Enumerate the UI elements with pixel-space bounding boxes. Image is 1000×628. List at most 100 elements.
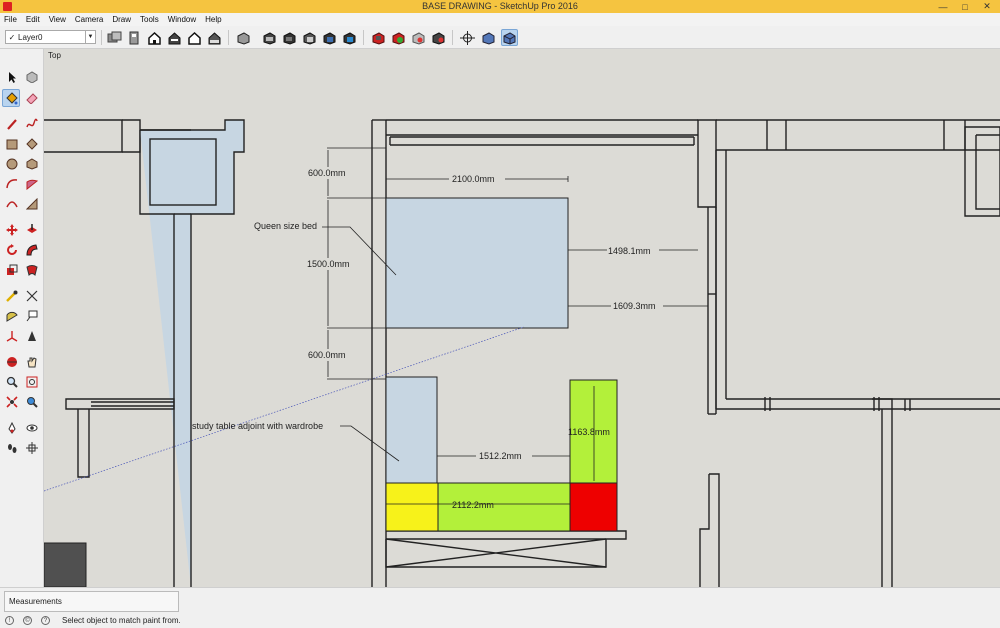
wall-segment bbox=[697, 119, 717, 208]
dimension-tool-icon[interactable] bbox=[23, 287, 41, 305]
dimension-1498: 1498.1mm bbox=[608, 246, 651, 256]
pan-tool-icon[interactable] bbox=[23, 353, 41, 371]
credits-icon[interactable]: © bbox=[23, 616, 32, 625]
wireframe-style-icon[interactable] bbox=[261, 29, 278, 46]
wall-segment bbox=[707, 207, 717, 414]
shaded-style-icon[interactable] bbox=[301, 29, 318, 46]
right-view-icon[interactable] bbox=[206, 29, 223, 46]
top-view-icon[interactable] bbox=[166, 29, 183, 46]
menu-view[interactable]: View bbox=[49, 15, 66, 24]
wall-segment bbox=[716, 398, 1000, 410]
rotate-tool-icon[interactable] bbox=[3, 241, 21, 259]
wall-segment bbox=[975, 134, 1000, 210]
scale-tool-icon[interactable] bbox=[3, 261, 21, 279]
user-account-icon[interactable]: ? bbox=[41, 616, 50, 625]
menu-camera[interactable]: Camera bbox=[75, 15, 103, 24]
shaded-textures-style-icon[interactable] bbox=[321, 29, 338, 46]
wall-segment bbox=[716, 119, 1000, 151]
rotated-rectangle-icon[interactable] bbox=[23, 135, 41, 153]
menu-window[interactable]: Window bbox=[168, 15, 196, 24]
3d-warehouse-icon[interactable] bbox=[370, 29, 387, 46]
layer-select[interactable]: ✓ Layer0 ▼ bbox=[5, 30, 96, 44]
paint-bucket-icon[interactable] bbox=[2, 89, 20, 107]
floor-plan-canvas: 600.0mm 2100.0mm 1498.1mm 1500.0mm 1609.… bbox=[44, 119, 1000, 587]
toolbar-divider bbox=[452, 30, 453, 45]
circle-tool-icon[interactable] bbox=[3, 155, 21, 173]
orbit-tool-icon[interactable] bbox=[3, 353, 21, 371]
label-queen-bed: Queen size bed bbox=[254, 221, 317, 231]
close-icon[interactable]: ✕ bbox=[976, 0, 998, 13]
status-message: Select object to match paint from. bbox=[62, 616, 181, 625]
push-pull-icon[interactable] bbox=[23, 221, 41, 239]
rectangle-tool-icon[interactable] bbox=[3, 135, 21, 153]
axes-tool-icon[interactable] bbox=[3, 327, 21, 345]
minimize-icon[interactable]: — bbox=[932, 0, 954, 13]
chevron-down-icon[interactable]: ▼ bbox=[85, 31, 95, 43]
measurements-label: Measurements bbox=[9, 597, 62, 606]
select-tool-icon[interactable] bbox=[3, 68, 21, 86]
perspective-icon[interactable] bbox=[480, 29, 497, 46]
position-camera-icon[interactable] bbox=[3, 419, 21, 437]
zoom-window-icon[interactable] bbox=[23, 373, 41, 391]
measurements-box[interactable]: Measurements bbox=[4, 591, 179, 612]
three-point-arc-icon[interactable] bbox=[23, 195, 41, 213]
polygon-tool-icon[interactable] bbox=[23, 155, 41, 173]
layer-select-value: Layer0 bbox=[18, 32, 43, 42]
wall-segment bbox=[964, 126, 1000, 217]
wall-segment bbox=[872, 398, 893, 587]
orbit-view-icon[interactable] bbox=[459, 29, 476, 46]
dimension-1163: 1163.8mm bbox=[568, 427, 610, 437]
protractor-icon[interactable] bbox=[3, 307, 21, 325]
window-title: BASE DRAWING - SketchUp Pro 2016 bbox=[422, 1, 578, 11]
two-point-arc-icon[interactable] bbox=[3, 195, 21, 213]
share-model-icon[interactable] bbox=[410, 29, 427, 46]
layer-manager-icon[interactable] bbox=[106, 29, 123, 46]
menu-tools[interactable]: Tools bbox=[140, 15, 159, 24]
pie-tool-icon[interactable] bbox=[23, 175, 41, 193]
monochrome-style-icon[interactable] bbox=[341, 29, 358, 46]
wall-segment bbox=[386, 119, 698, 136]
zoom-tool-icon[interactable] bbox=[3, 373, 21, 391]
iso-view-icon[interactable] bbox=[146, 29, 163, 46]
make-component-icon[interactable] bbox=[23, 68, 41, 86]
previous-view-icon[interactable] bbox=[23, 393, 41, 411]
wall-segment bbox=[140, 119, 245, 587]
get-models-icon[interactable] bbox=[430, 29, 447, 46]
freehand-icon[interactable] bbox=[23, 115, 41, 133]
dimension-1500: 1500.0mm bbox=[307, 259, 350, 269]
line-tool-icon[interactable] bbox=[3, 115, 21, 133]
drawing-viewport[interactable]: Top 600.0mm 2100.0mm 1498.1mm 1500.0mm 1… bbox=[44, 49, 1000, 587]
parallel-projection-icon[interactable] bbox=[501, 29, 518, 46]
walk-tool-icon[interactable] bbox=[3, 439, 21, 457]
xray-style-icon[interactable] bbox=[235, 29, 252, 46]
follow-me-icon[interactable] bbox=[23, 241, 41, 259]
3d-text-icon[interactable] bbox=[23, 327, 41, 345]
hidden-line-style-icon[interactable] bbox=[281, 29, 298, 46]
text-tool-icon[interactable] bbox=[23, 307, 41, 325]
look-around-icon[interactable] bbox=[23, 419, 41, 437]
arc-tool-icon[interactable] bbox=[3, 175, 21, 193]
ruler-icon[interactable] bbox=[126, 29, 143, 46]
eraser-icon[interactable] bbox=[23, 89, 41, 107]
zoom-extents-icon[interactable] bbox=[3, 393, 21, 411]
tape-measure-icon[interactable] bbox=[3, 287, 21, 305]
geo-location-icon[interactable]: ! bbox=[5, 616, 14, 625]
layer-check-icon: ✓ bbox=[8, 32, 16, 42]
wall-segment bbox=[371, 120, 387, 587]
status-bar: Measurements ! © ? Select object to matc… bbox=[0, 587, 1000, 628]
extension-warehouse-icon[interactable] bbox=[390, 29, 407, 46]
status-icons: ! © ? bbox=[5, 616, 59, 625]
front-view-icon[interactable] bbox=[186, 29, 203, 46]
offset-tool-icon[interactable] bbox=[23, 261, 41, 279]
move-tool-icon[interactable] bbox=[3, 221, 21, 239]
wall-segment bbox=[122, 119, 141, 153]
large-tool-set bbox=[0, 49, 44, 587]
menu-help[interactable]: Help bbox=[205, 15, 221, 24]
menu-file[interactable]: File bbox=[4, 15, 17, 24]
menu-edit[interactable]: Edit bbox=[26, 15, 40, 24]
wall-segment bbox=[386, 530, 627, 540]
menu-draw[interactable]: Draw bbox=[112, 15, 131, 24]
study-table bbox=[385, 376, 438, 485]
maximize-icon[interactable]: □ bbox=[954, 0, 976, 13]
section-plane-icon[interactable] bbox=[23, 439, 41, 457]
